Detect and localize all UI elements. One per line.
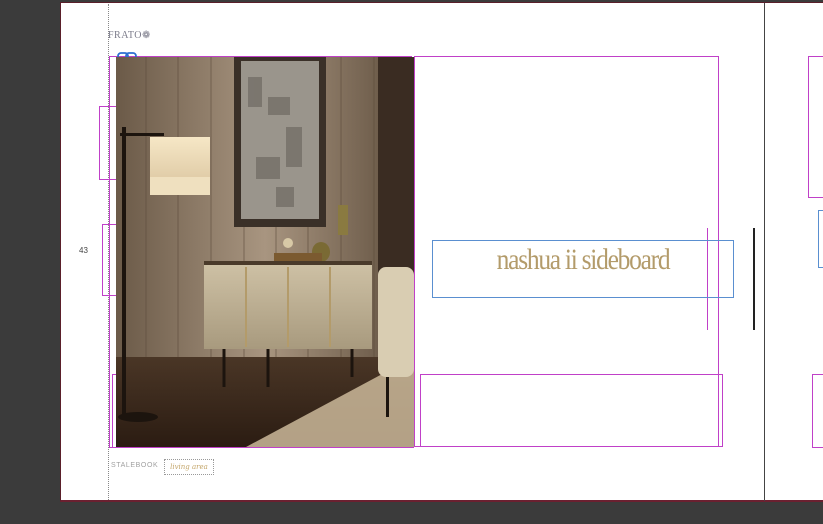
column-rule [753, 228, 755, 330]
text-column-frame-slice [420, 374, 723, 447]
product-title: nashua ii sideboard [496, 243, 671, 276]
footer-script-text[interactable]: living area [164, 459, 214, 475]
next-page-text-frame [818, 210, 823, 268]
footer-label: STALEBOOK [111, 462, 159, 469]
brand-logo: FRATO❁ [108, 30, 151, 41]
next-page-frame [812, 374, 823, 448]
title-text-frame[interactable]: nashua ii sideboard [432, 240, 734, 298]
page-number: 43 [79, 246, 88, 255]
spread-spine [764, 3, 765, 501]
flower-icon: ❁ [142, 30, 151, 41]
next-page-frame [808, 56, 823, 198]
brand-name: FRATO [108, 30, 142, 41]
page-footer: STALEBOOK living area [111, 459, 214, 475]
sideboard-photo[interactable] [116, 57, 414, 447]
